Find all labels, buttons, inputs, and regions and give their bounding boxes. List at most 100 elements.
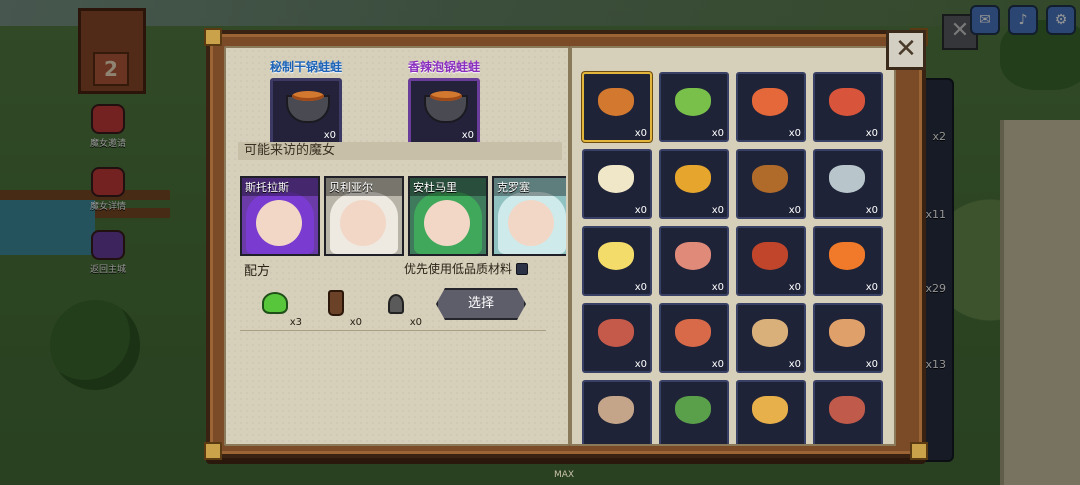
featured-dish-1[interactable]: 秘制干锅蛙蛙 x0	[266, 58, 346, 146]
veggie-dish-icon	[675, 396, 711, 424]
recipe-cell[interactable]: x0	[736, 149, 806, 219]
featured-dish-2[interactable]: 香辣泡锅蛙蛙 x0	[404, 58, 484, 146]
recipe-label: 配方	[244, 264, 271, 279]
frog-icon	[262, 292, 288, 314]
sandwich-dish-icon	[675, 319, 711, 347]
dish-name: 香辣泡锅蛙蛙	[407, 60, 480, 74]
book-corner	[204, 28, 222, 46]
recipe-cell[interactable]: x0	[736, 226, 806, 296]
ingredient-slot[interactable]: x3	[256, 288, 302, 328]
ingredient-slot[interactable]: x0	[316, 288, 362, 328]
dish-slot: x0	[270, 78, 342, 146]
visiting-witches-header: 可能来访的魔女	[238, 142, 562, 160]
egg-dish-icon	[598, 242, 634, 270]
recipe-cell[interactable]	[736, 380, 806, 444]
omelette-dish-icon	[752, 396, 788, 424]
witch-name: 斯托拉斯	[242, 178, 318, 196]
recipe-count: x0	[634, 205, 647, 216]
witch-name: 安杜马里	[410, 178, 486, 196]
burger-dish-icon	[752, 165, 788, 193]
witch-face	[508, 200, 554, 246]
recipe-count: x0	[634, 282, 647, 293]
recipe-cell[interactable]: x0	[582, 303, 652, 373]
recipe-count: x0	[711, 128, 724, 139]
recipe-cell[interactable]: x0	[813, 303, 883, 373]
recipe-grid: x0 x0 x0 x0 x0 x0 x0 x0 x0 x0 x0 x0 x0 x0 x0 x0	[582, 72, 883, 444]
recipe-count: x0	[865, 282, 878, 293]
rice-bowl-dish-icon	[598, 165, 634, 193]
meat-dish-icon	[675, 242, 711, 270]
recipe-count: x0	[865, 205, 878, 216]
recipe-cell[interactable]	[813, 380, 883, 444]
fries-dish-icon	[675, 165, 711, 193]
ingredient-slot[interactable]: x0	[376, 288, 422, 328]
dish-slot: x0	[408, 78, 480, 146]
dumpling-dish-icon	[598, 396, 634, 424]
prefer-low-quality-toggle[interactable]: 优先使用低品质材料	[404, 260, 529, 277]
recipe-count: x0	[711, 359, 724, 370]
recipe-count: x0	[711, 282, 724, 293]
recipe-cell[interactable]: x0	[813, 226, 883, 296]
witch-face	[256, 200, 302, 246]
dish-name: 秘制干锅蛙蛙	[269, 60, 342, 74]
toast-dish-icon	[829, 319, 865, 347]
salad-dish-icon	[675, 88, 711, 116]
witch-name: 克罗塞	[494, 178, 566, 196]
recipe-grid-page[interactable]: x0 x0 x0 x0 x0 x0 x0 x0 x0 x0 x0 x0 x0 x0 x0 x0	[570, 46, 896, 446]
recipe-book: 秘制干锅蛙蛙 x0 香辣泡锅蛙蛙 x0 可能来访的魔女 斯托拉斯 贝利亚尔 安杜…	[204, 28, 928, 460]
recipe-count: x0	[865, 359, 878, 370]
fish-plate-dish-icon	[829, 165, 865, 193]
book-corner	[204, 442, 222, 460]
select-button[interactable]: 选择	[436, 288, 526, 320]
witch-face	[340, 200, 386, 246]
witch-portrait[interactable]: 贝利亚尔	[324, 176, 404, 256]
fried-chicken-dish-icon	[752, 242, 788, 270]
recipe-cell[interactable]: x0	[582, 149, 652, 219]
close-icon[interactable]: ✕	[886, 30, 926, 70]
recipe-cell[interactable]: x0	[582, 226, 652, 296]
steak-dish-icon	[829, 396, 865, 424]
witch-portrait[interactable]: 斯托拉斯	[240, 176, 320, 256]
recipe-count: x0	[634, 128, 647, 139]
recipe-cell[interactable]: x0	[659, 226, 729, 296]
ingredient-count: x0	[409, 317, 422, 328]
recipe-detail-page: 秘制干锅蛙蛙 x0 香辣泡锅蛙蛙 x0 可能来访的魔女 斯托拉斯 贝利亚尔 安杜…	[224, 46, 570, 446]
pie-dish-icon	[752, 319, 788, 347]
divider	[240, 330, 546, 331]
witch-name: 贝利亚尔	[326, 178, 402, 196]
flaming-dish-icon	[829, 242, 865, 270]
witch-face	[424, 200, 470, 246]
prefer-low-quality-label: 优先使用低品质材料	[404, 262, 513, 276]
ingredient-count: x3	[289, 317, 302, 328]
frog-pot-dish-icon	[598, 88, 634, 116]
recipe-count: x0	[711, 205, 724, 216]
recipe-cell[interactable]	[582, 380, 652, 444]
recipe-cell[interactable]: x0	[659, 72, 729, 142]
recipe-cell[interactable]: x0	[582, 72, 652, 142]
bottle-icon	[328, 290, 344, 316]
recipe-cell[interactable]: x0	[736, 303, 806, 373]
witch-portrait[interactable]: 克罗塞	[492, 176, 566, 256]
dish-count: x0	[323, 130, 336, 141]
book-corner	[910, 442, 928, 460]
recipe-count: x0	[865, 128, 878, 139]
max-label: MAX	[554, 470, 575, 480]
recipe-cell[interactable]: x0	[813, 149, 883, 219]
recipe-cell[interactable]: x0	[659, 303, 729, 373]
dish-count: x0	[461, 130, 474, 141]
flask-icon	[388, 294, 404, 314]
recipe-cell[interactable]: x0	[736, 72, 806, 142]
shrimp-dish-icon	[752, 88, 788, 116]
witch-portrait-list[interactable]: 斯托拉斯 贝利亚尔 安杜马里 克罗塞	[240, 176, 566, 256]
checkbox[interactable]	[516, 262, 529, 275]
recipe-count: x0	[788, 128, 801, 139]
recipe-cell[interactable]: x0	[659, 149, 729, 219]
recipe-count: x0	[788, 359, 801, 370]
witch-portrait[interactable]: 安杜马里	[408, 176, 488, 256]
soup-bowl-dish-icon	[829, 88, 865, 116]
ingredient-count: x0	[349, 317, 362, 328]
bento-dish-icon	[598, 319, 634, 347]
recipe-cell[interactable]	[659, 380, 729, 444]
recipe-count: x0	[634, 359, 647, 370]
recipe-cell[interactable]: x0	[813, 72, 883, 142]
